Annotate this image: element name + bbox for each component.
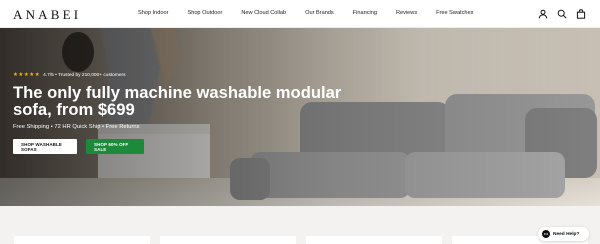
product-card-row [0, 236, 600, 244]
hero-headline: The only fully machine washable modular … [13, 83, 342, 119]
product-card[interactable] [14, 236, 150, 244]
shop-sale-button[interactable]: SHOP 60% OFF SALE [86, 139, 144, 154]
help-label: Need Help? [553, 231, 580, 237]
nav-item-reviews[interactable]: Reviews [396, 10, 417, 16]
nav-item-financing[interactable]: Financing [353, 10, 377, 16]
nav-item-shop-outdoor[interactable]: Shop Outdoor [187, 10, 222, 16]
rating-row: ★★★★★ 4.7/5 • Trusted by 210,000+ custom… [13, 72, 343, 78]
site-header: ANABEI Shop Indoor Shop Outdoor New Clou… [0, 0, 600, 28]
shop-washable-sofas-button[interactable]: SHOP WASHABLE SOFAS [13, 139, 77, 154]
rating-stars: ★★★★★ [13, 72, 41, 78]
nav-item-shop-indoor[interactable]: Shop Indoor [138, 10, 168, 16]
hero-content: ★★★★★ 4.7/5 • Trusted by 210,000+ custom… [13, 72, 343, 154]
rating-text: 4.7/5 • Trusted by 210,000+ customers [43, 72, 126, 78]
search-icon[interactable] [556, 8, 567, 19]
help-widget-button[interactable]: Need Help? [538, 227, 589, 241]
cart-icon[interactable] [575, 8, 586, 19]
nav-item-new-cloud-collab[interactable]: New Cloud Collab [241, 10, 286, 16]
main-nav: Shop Indoor Shop Outdoor New Cloud Colla… [138, 10, 492, 16]
header-actions [537, 8, 586, 19]
nav-item-free-swatches[interactable]: Free Swatches [436, 10, 473, 16]
hero-cta-row: SHOP WASHABLE SOFAS SHOP 60% OFF SALE [13, 139, 343, 154]
product-card[interactable] [306, 236, 442, 244]
product-card[interactable] [160, 236, 296, 244]
nav-item-our-brands[interactable]: Our Brands [305, 10, 334, 16]
brand-logo[interactable]: ANABEI [13, 7, 81, 23]
hero-banner: ★★★★★ 4.7/5 • Trusted by 210,000+ custom… [0, 28, 600, 206]
hero-subline: Free Shipping • 72 HR Quick Ship • Free … [13, 124, 140, 130]
user-icon[interactable] [537, 8, 548, 19]
chat-icon [542, 230, 550, 238]
